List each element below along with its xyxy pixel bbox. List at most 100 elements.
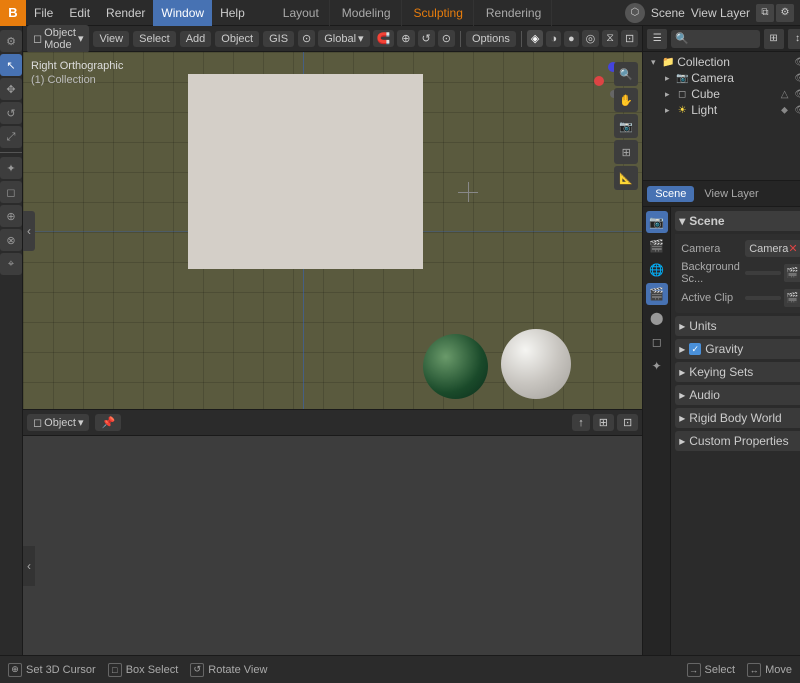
props-icon-render[interactable]: 📷 bbox=[646, 211, 668, 233]
snap-toggle[interactable]: 🧲 bbox=[373, 30, 395, 47]
object-menu[interactable]: Object bbox=[215, 31, 259, 47]
sidebar-tool-1[interactable]: ⚙ bbox=[0, 30, 22, 52]
select-btn[interactable]: Select bbox=[133, 31, 176, 47]
timeline-back[interactable]: ↑ bbox=[572, 414, 590, 431]
menu-render[interactable]: Render bbox=[98, 0, 153, 26]
outliner-menu-icon[interactable]: ☰ bbox=[647, 29, 667, 49]
audio-section[interactable]: ▸ Audio bbox=[675, 385, 800, 405]
bottom-box-select: □ Box Select bbox=[108, 663, 179, 677]
keying-sets-section[interactable]: ▸ Keying Sets bbox=[675, 362, 800, 382]
bg-scene-value[interactable] bbox=[745, 271, 780, 275]
viewport-xray[interactable]: ⊡ bbox=[621, 30, 638, 47]
outliner-filter-icon[interactable]: ⊞ bbox=[764, 29, 784, 49]
active-clip-value[interactable] bbox=[745, 296, 780, 300]
sidebar-tool-7[interactable]: ◻ bbox=[0, 181, 22, 203]
outliner-sort-icon[interactable]: ↕ bbox=[788, 29, 800, 49]
pin-btn[interactable]: 📌 bbox=[95, 414, 121, 431]
bg-scene-icon[interactable]: 🎬 bbox=[784, 264, 800, 282]
fullscreen-btn[interactable]: ⧉ bbox=[756, 4, 774, 22]
view-menu[interactable]: View bbox=[93, 31, 129, 47]
tab-scene[interactable]: Scene bbox=[647, 186, 694, 202]
right-panel: ☰ 🔍 ⊞ ↕ ▾ 📁 Collection 👁 ▸ 📷 bbox=[642, 26, 800, 655]
props-icon-output[interactable]: 🎬 bbox=[646, 235, 668, 257]
workspace-layout[interactable]: Layout bbox=[273, 0, 330, 26]
sidebar-tool-10[interactable]: ⌖ bbox=[0, 253, 22, 275]
props-icon-world[interactable]: ⬤ bbox=[646, 307, 668, 329]
sidebar-tool-4[interactable]: ↺ bbox=[0, 102, 22, 124]
frame-display: ⊞ bbox=[593, 414, 614, 431]
outliner-item-cube[interactable]: ▸ ◻ Cube △ 👁 bbox=[643, 86, 800, 102]
outliner-item-collection[interactable]: ▾ 📁 Collection 👁 bbox=[643, 54, 800, 70]
props-icon-particles[interactable]: ✦ bbox=[646, 355, 668, 377]
camera-prop-row: Camera Camera ✕ bbox=[681, 238, 800, 259]
viewport-shading-3[interactable]: ● bbox=[564, 31, 579, 47]
rigid-body-section[interactable]: ▸ Rigid Body World bbox=[675, 408, 800, 428]
light-expand-arrow: ▸ bbox=[661, 104, 673, 116]
outliner-item-camera[interactable]: ▸ 📷 Camera 👁 bbox=[643, 70, 800, 86]
engine-icon[interactable]: ⬡ bbox=[625, 3, 645, 23]
extra-btn1[interactable]: ↺ bbox=[418, 30, 435, 47]
viewport-object-type[interactable]: ◻ Object ▾ bbox=[27, 414, 89, 431]
transform-global[interactable]: Global ▾ bbox=[318, 30, 369, 47]
sidebar-tool-5[interactable]: ⤢ bbox=[0, 126, 22, 148]
sidebar-tool-3[interactable]: ✥ bbox=[0, 78, 22, 100]
hand-pan-btn[interactable]: ✋ bbox=[614, 88, 638, 112]
viewport-shading-1[interactable]: ◈ bbox=[527, 30, 543, 47]
sidebar-tool-9[interactable]: ⊗ bbox=[0, 229, 22, 251]
cube-label: Cube bbox=[691, 87, 775, 101]
collection-expand-arrow[interactable]: ▾ bbox=[647, 56, 659, 68]
viewport[interactable]: Right Orthographic (1) Collection 🔍 ✋ bbox=[23, 52, 642, 409]
camera-clear-btn[interactable]: ✕ bbox=[788, 242, 797, 255]
active-clip-icon[interactable]: 🎬 bbox=[784, 289, 800, 307]
options-btn[interactable]: Options bbox=[466, 31, 516, 47]
gis-menu[interactable]: GIS bbox=[263, 31, 294, 47]
viewport-shading-4[interactable]: ◎ bbox=[582, 30, 600, 47]
sidebar-tool-6[interactable]: ✦ bbox=[0, 157, 22, 179]
workspace-sculpting[interactable]: Sculpting bbox=[404, 0, 474, 26]
props-icon-view-layer[interactable]: 🌐 bbox=[646, 259, 668, 281]
sidebar-tool-2[interactable]: ↖ bbox=[0, 54, 22, 76]
tab-view-layer[interactable]: View Layer bbox=[696, 186, 766, 202]
camera-visibility[interactable]: 👁 bbox=[794, 71, 800, 85]
viewport-vis[interactable]: ⊡ bbox=[617, 414, 638, 431]
camera-view-btn[interactable]: 📷 bbox=[614, 114, 638, 138]
units-arrow: ▸ bbox=[679, 319, 685, 333]
cube-visibility[interactable]: 👁 bbox=[794, 87, 800, 101]
props-icon-object[interactable]: ◻ bbox=[646, 331, 668, 353]
custom-props-section[interactable]: ▸ Custom Properties bbox=[675, 431, 800, 451]
menu-edit[interactable]: Edit bbox=[61, 0, 98, 26]
proportional-edit[interactable]: ⊕ bbox=[397, 30, 414, 47]
workspace-rendering[interactable]: Rendering bbox=[476, 0, 552, 26]
menu-file[interactable]: File bbox=[26, 0, 61, 26]
viewport-mode-select[interactable]: ◻ Object Mode ▾ bbox=[27, 25, 89, 53]
add-menu[interactable]: Add bbox=[180, 31, 212, 47]
outliner-search[interactable]: 🔍 bbox=[671, 30, 759, 48]
view-layer-options[interactable]: ⚙ bbox=[776, 4, 794, 22]
move-icon: ↔ bbox=[747, 663, 761, 677]
extra-btn2[interactable]: ⊙ bbox=[438, 30, 455, 47]
workspace-modeling[interactable]: Modeling bbox=[332, 0, 402, 26]
units-section[interactable]: ▸ Units bbox=[675, 316, 800, 336]
scene-section-header[interactable]: ▾ Scene bbox=[675, 211, 800, 231]
viewport-overlay[interactable]: ⧖ bbox=[602, 30, 618, 47]
menu-window[interactable]: Window bbox=[153, 0, 212, 26]
props-icon-scene[interactable]: 🎬 bbox=[646, 283, 668, 305]
lower-expand-left[interactable]: ‹ bbox=[23, 546, 35, 586]
mode-dropdown-icon: ▾ bbox=[78, 32, 84, 45]
grid-btn[interactable]: ⊞ bbox=[614, 140, 638, 164]
light-visibility[interactable]: 👁 bbox=[794, 103, 800, 117]
outliner-item-light[interactable]: ▸ ☀ Light ⬥ 👁 bbox=[643, 102, 800, 118]
viewport-shading-2[interactable]: ◑ bbox=[546, 31, 561, 47]
extra-rt-btn[interactable]: 📐 bbox=[614, 166, 638, 190]
expand-left-arrow[interactable]: ‹ bbox=[23, 211, 35, 251]
cube-icon: ◻ bbox=[675, 87, 689, 101]
sidebar-tool-8[interactable]: ⊕ bbox=[0, 205, 22, 227]
transform-pivot[interactable]: ⊙ bbox=[298, 30, 315, 47]
zoom-in-btn[interactable]: 🔍 bbox=[614, 62, 638, 86]
collection-visibility[interactable]: 👁 bbox=[794, 55, 800, 69]
keying-sets-label: Keying Sets bbox=[689, 365, 753, 379]
camera-prop-value[interactable]: Camera ✕ bbox=[745, 240, 800, 257]
menu-help[interactable]: Help bbox=[212, 0, 253, 26]
gravity-checkbox[interactable]: ✓ bbox=[689, 343, 701, 355]
gravity-row[interactable]: ▸ ✓ Gravity bbox=[675, 339, 800, 359]
